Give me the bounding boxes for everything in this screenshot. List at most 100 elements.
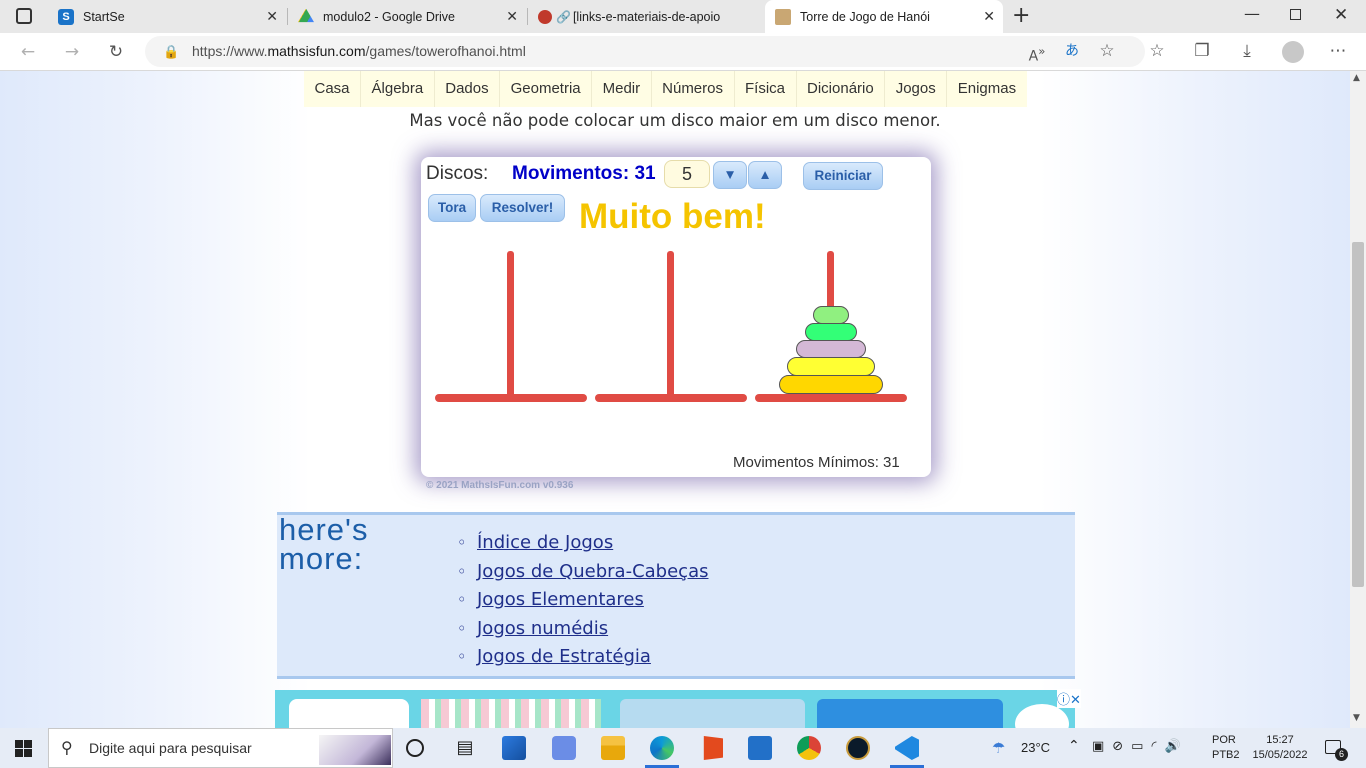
file-explorer-icon[interactable] <box>601 736 625 760</box>
link-quebra-cabecas[interactable]: Jogos de Quebra-Cabeças <box>457 558 709 587</box>
address-bar-row: ← → ↻ 🔒 https://www.mathsisfun.com/games… <box>0 33 1366 71</box>
clock[interactable]: 15:27 15/05/2022 <box>1249 733 1311 763</box>
translate-icon[interactable]: あ <box>1060 39 1084 63</box>
menu-item[interactable]: Casa <box>304 71 362 107</box>
keyboard-layout: PTB2 <box>1212 749 1240 761</box>
advertisement-banner[interactable]: ⓘ✕ <box>275 689 1081 728</box>
webpage: Casa Álgebra Dados Geometria Medir Númer… <box>0 71 1350 728</box>
menu-item[interactable]: Álgebra <box>361 71 435 107</box>
menu-item[interactable]: Geometria <box>500 71 593 107</box>
tab-label: StartSe <box>83 9 125 24</box>
search-placeholder: Digite aqui para pesquisar <box>89 740 252 756</box>
ad-close-icon[interactable]: ⓘ✕ <box>1057 689 1081 708</box>
tab-torre-hanoi[interactable]: Torre de Jogo de Hanói ✕ <box>765 0 1003 33</box>
close-icon[interactable]: ✕ <box>266 8 278 25</box>
mail-icon[interactable] <box>748 736 772 760</box>
tab-google-drive[interactable]: modulo2 - Google Drive ✕ <box>288 0 526 33</box>
add-favorite-icon[interactable]: ☆ <box>1095 39 1119 63</box>
chrome-icon[interactable] <box>797 736 821 760</box>
menu-item[interactable]: Física <box>735 71 797 107</box>
menu-item[interactable]: Jogos <box>885 71 948 107</box>
increase-discs-button[interactable]: ▲ <box>748 161 782 189</box>
taskbar-search-box[interactable]: ⚲ Digite aqui para pesquisar <box>48 728 393 768</box>
weather-temp[interactable]: 23°C <box>1021 740 1050 755</box>
store-icon[interactable] <box>502 736 526 760</box>
peg-left[interactable] <box>507 251 514 399</box>
widgets-icon[interactable]: ▤ <box>453 736 477 760</box>
back-button[interactable]: ← <box>16 40 40 64</box>
league-icon[interactable] <box>846 736 870 760</box>
refresh-button[interactable]: ↻ <box>104 40 128 64</box>
scroll-down-icon[interactable]: ▼ <box>1353 713 1360 723</box>
office-icon[interactable] <box>703 736 723 760</box>
decrease-discs-button[interactable]: ▼ <box>713 161 747 189</box>
disc-count-field[interactable]: 5 <box>664 160 710 188</box>
tab-label: modulo2 - Google Drive <box>323 9 456 24</box>
ad-tile[interactable] <box>421 699 601 728</box>
solve-button[interactable]: Resolver! <box>480 194 565 222</box>
disk-3[interactable] <box>796 340 866 358</box>
tab-startse[interactable]: S StartSe ✕ <box>48 0 286 33</box>
windows-start-icon[interactable] <box>15 740 32 757</box>
language-code: POR <box>1212 734 1236 746</box>
ad-tile[interactable] <box>817 699 1003 728</box>
collections-icon[interactable]: ❐ <box>1190 39 1214 63</box>
scroll-up-icon[interactable]: ▲ <box>1353 73 1360 83</box>
heres-more-heading: here's more: <box>279 512 369 574</box>
weather-icon[interactable]: ☂ <box>992 739 1005 757</box>
ad-tile[interactable] <box>620 699 805 728</box>
peg-right-base <box>755 394 907 402</box>
disk-1[interactable] <box>813 306 849 324</box>
vscode-icon[interactable] <box>895 736 919 760</box>
menu-item[interactable]: Dicionário <box>797 71 886 107</box>
more-games-section: here's more: Índice de Jogos Jogos de Qu… <box>277 512 1075 679</box>
close-window-button[interactable]: ✕ <box>1334 5 1348 25</box>
link-jogos-elementares[interactable]: Jogos Elementares <box>457 586 709 615</box>
menu-item[interactable]: Números <box>652 71 735 107</box>
tab-actions-icon[interactable] <box>16 8 32 24</box>
forward-button[interactable]: → <box>60 40 84 64</box>
tab-label: [links-e-materiais-de-apoio <box>572 9 721 24</box>
menu-item[interactable]: Enigmas <box>947 71 1026 107</box>
app-icon[interactable] <box>552 736 576 760</box>
heading-line1: here's <box>279 512 369 547</box>
search-icon: ⚲ <box>61 738 73 757</box>
lock-icon: 🔒 <box>163 44 180 59</box>
menu-item[interactable]: Dados <box>435 71 501 107</box>
close-icon[interactable]: ✕ <box>983 8 995 25</box>
reset-button[interactable]: Reiniciar <box>803 162 883 190</box>
disk-4[interactable] <box>787 357 875 376</box>
profile-avatar[interactable] <box>1282 41 1304 63</box>
peg-middle-base <box>595 394 747 402</box>
rule-text: Mas você não pode colocar um disco maior… <box>409 111 941 130</box>
disk-5[interactable] <box>779 375 883 394</box>
site-menu: Casa Álgebra Dados Geometria Medir Númer… <box>304 71 1027 107</box>
downloads-icon[interactable]: ⤓ <box>1235 39 1259 63</box>
ad-tile[interactable] <box>289 699 409 728</box>
favorites-icon[interactable]: ☆ <box>1145 39 1169 63</box>
tray-icons[interactable]: ▣⊘▭◜🔊 <box>1092 739 1189 754</box>
scrollbar-thumb[interactable] <box>1352 242 1364 587</box>
chevron-up-icon[interactable]: ⌃ <box>1068 738 1080 754</box>
url-field[interactable]: 🔒 https://www.mathsisfun.com/games/tower… <box>145 36 1145 67</box>
link-jogos-estrategia[interactable]: Jogos de Estratégia <box>457 643 709 672</box>
url-domain: mathsisfun.com <box>267 43 366 59</box>
link-indice-jogos[interactable]: Índice de Jogos <box>457 529 709 558</box>
more-menu-icon[interactable]: ⋯ <box>1326 39 1350 63</box>
link-jogos-numedis[interactable]: Jogos numédis <box>457 615 709 644</box>
disk-2[interactable] <box>805 323 857 341</box>
tower-button[interactable]: Tora <box>428 194 476 222</box>
edge-icon[interactable] <box>650 736 674 760</box>
close-icon[interactable]: ✕ <box>506 8 518 25</box>
task-view-icon[interactable] <box>406 739 424 757</box>
google-drive-icon <box>298 8 314 23</box>
read-aloud-icon[interactable]: A» <box>1025 39 1049 65</box>
new-tab-button[interactable]: + <box>1012 3 1030 28</box>
menu-item[interactable]: Medir <box>592 71 652 107</box>
restore-button[interactable] <box>1290 9 1301 20</box>
language-indicator[interactable]: POR PTB2 <box>1212 733 1240 763</box>
more-games-list: Índice de Jogos Jogos de Quebra-Cabeças … <box>457 529 709 672</box>
tab-links-materiais[interactable]: 🔗 [links-e-materiais-de-apoio <box>528 0 764 33</box>
peg-middle[interactable] <box>667 251 674 399</box>
minimize-button[interactable]: — <box>1244 4 1260 23</box>
